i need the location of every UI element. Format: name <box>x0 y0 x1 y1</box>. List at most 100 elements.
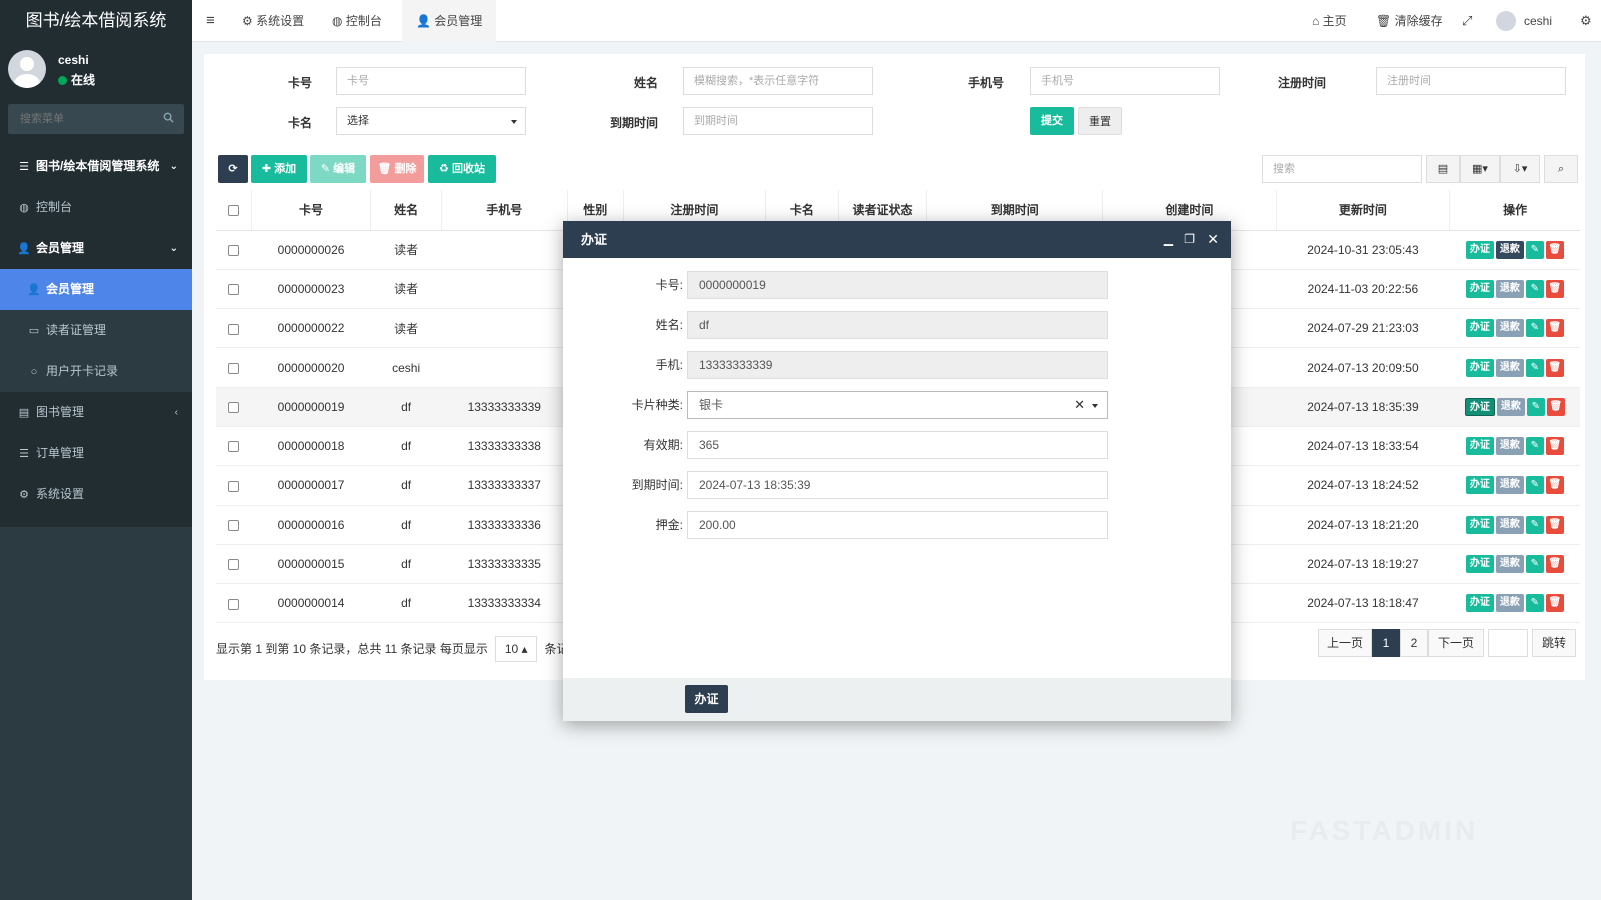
filter-phone-input[interactable]: 手机号 <box>1030 67 1220 95</box>
filter-cardname-select[interactable]: 选择 <box>336 107 526 135</box>
tab-dashboard[interactable]: ◍ 控制台 <box>326 0 388 42</box>
edit-pencil-icon[interactable]: ✎ <box>1525 358 1544 377</box>
recycle-button[interactable]: ♻ 回收站 <box>428 155 496 183</box>
issue-card-button[interactable]: 办证 <box>1465 515 1494 534</box>
page-2-button[interactable]: 2 <box>1400 629 1428 657</box>
delete-button[interactable]: 🗑 删除 <box>370 155 424 183</box>
phone-input[interactable]: 13333333339 <box>687 351 1108 379</box>
close-icon[interactable]: ✕ <box>1207 221 1219 258</box>
row-checkbox[interactable] <box>228 244 240 256</box>
row-checkbox[interactable] <box>228 559 240 571</box>
filter-card-input[interactable]: 卡号 <box>336 67 526 95</box>
row-checkbox[interactable] <box>228 362 240 374</box>
row-checkbox[interactable] <box>228 402 240 414</box>
filter-reg-input[interactable]: 注册时间 <box>1376 67 1566 95</box>
sidebar-item-reader-card[interactable]: ▭ 读者证管理 <box>0 310 192 351</box>
filter-expire-input[interactable]: 到期时间 <box>683 107 873 135</box>
delete-trash-icon[interactable]: 🗑 <box>1545 240 1564 259</box>
edit-pencil-icon[interactable]: ✎ <box>1525 279 1544 298</box>
card-type-select[interactable]: 银卡 ✕ <box>687 391 1108 419</box>
select-all-checkbox[interactable] <box>227 205 239 217</box>
col-name[interactable]: 姓名 <box>370 190 442 231</box>
menu-toggle-icon[interactable]: ≡ <box>206 0 215 42</box>
edit-pencil-icon[interactable]: ✎ <box>1525 437 1544 456</box>
submit-button[interactable]: 提交 <box>1030 107 1074 135</box>
row-checkbox[interactable] <box>228 598 240 610</box>
prev-page-button[interactable]: 上一页 <box>1318 629 1372 657</box>
issue-card-button[interactable]: 办证 <box>1465 240 1494 259</box>
settings-gears-icon[interactable]: ⚙ <box>1580 0 1592 42</box>
delete-trash-icon[interactable]: 🗑 <box>1545 279 1564 298</box>
sidebar-item-dashboard[interactable]: ◍ 控制台 <box>0 187 192 228</box>
edit-pencil-icon[interactable]: ✎ <box>1526 397 1545 416</box>
page-1-button[interactable]: 1 <box>1372 629 1400 657</box>
refund-button[interactable]: 退款 <box>1495 319 1524 338</box>
col-card[interactable]: 卡号 <box>251 190 372 231</box>
edit-pencil-icon[interactable]: ✎ <box>1525 476 1544 495</box>
delete-trash-icon[interactable]: 🗑 <box>1545 319 1564 338</box>
issue-card-button[interactable]: 办证 <box>1465 555 1494 574</box>
tab-member-manage[interactable]: 👤 会员管理 <box>402 0 497 42</box>
issue-card-button[interactable]: 办证 <box>1465 319 1494 338</box>
add-button[interactable]: ✚ 添加 <box>251 155 307 183</box>
refund-button[interactable]: 退款 <box>1495 437 1524 456</box>
col-updated[interactable]: 更新时间 <box>1276 190 1451 231</box>
columns-icon[interactable]: ▦▾ <box>1460 155 1500 183</box>
deposit-input[interactable]: 200.00 <box>687 511 1108 539</box>
delete-trash-icon[interactable]: 🗑 <box>1545 515 1564 534</box>
validity-input[interactable]: 365 <box>687 431 1108 459</box>
toggle-view-icon[interactable]: ▤ <box>1426 155 1460 183</box>
row-checkbox[interactable] <box>228 441 240 453</box>
sidebar-item-books[interactable]: ▤ 图书管理 ‹ <box>0 392 192 433</box>
sidebar-item-card-records[interactable]: ○ 用户开卡记录 <box>0 351 192 392</box>
user-menu[interactable]: ceshi <box>1496 0 1552 42</box>
refund-button[interactable]: 退款 <box>1495 240 1524 259</box>
row-checkbox[interactable] <box>228 520 240 532</box>
sidebar-item-orders[interactable]: ☰ 订单管理 <box>0 433 192 474</box>
name-input[interactable]: df <box>687 311 1108 339</box>
edit-pencil-icon[interactable]: ✎ <box>1525 555 1544 574</box>
page-size-select[interactable]: 10 ▴ <box>495 636 538 662</box>
card-no-input[interactable]: 0000000019 <box>687 271 1108 299</box>
refund-button[interactable]: 退款 <box>1495 594 1524 613</box>
sidebar-item-settings[interactable]: ⚙ 系统设置 <box>0 474 192 515</box>
select-all-header[interactable] <box>216 190 252 231</box>
issue-card-button[interactable]: 办证 <box>1465 358 1494 377</box>
delete-trash-icon[interactable]: 🗑 <box>1545 594 1564 613</box>
table-search-input[interactable]: 搜索 <box>1262 155 1422 183</box>
refund-button[interactable]: 退款 <box>1495 515 1524 534</box>
edit-pencil-icon[interactable]: ✎ <box>1525 240 1544 259</box>
issue-card-button[interactable]: 办证 <box>1464 397 1495 416</box>
delete-trash-icon[interactable]: 🗑 <box>1546 397 1565 416</box>
sidebar-item-system[interactable]: ☰ 图书/绘本借阅管理系统 ⌄ <box>0 146 192 187</box>
search-icon[interactable] <box>163 112 174 123</box>
delete-trash-icon[interactable]: 🗑 <box>1545 437 1564 456</box>
delete-trash-icon[interactable]: 🗑 <box>1545 358 1564 377</box>
refund-button[interactable]: 退款 <box>1495 279 1524 298</box>
export-icon[interactable]: ⇩▾ <box>1500 155 1540 183</box>
reset-button[interactable]: 重置 <box>1078 107 1122 135</box>
refund-button[interactable]: 退款 <box>1495 476 1524 495</box>
maximize-icon[interactable]: ❐ <box>1184 221 1195 258</box>
filter-name-input[interactable]: 模糊搜索，*表示任意字符 <box>683 67 873 95</box>
clear-cache-button[interactable]: 🗑 清除缓存 <box>1376 0 1443 42</box>
issue-card-button[interactable]: 办证 <box>1465 279 1494 298</box>
next-page-button[interactable]: 下一页 <box>1428 629 1484 657</box>
fullscreen-icon[interactable]: ⤢ <box>1462 0 1472 42</box>
issue-card-button[interactable]: 办证 <box>1465 594 1494 613</box>
col-phone[interactable]: 手机号 <box>441 190 568 231</box>
delete-trash-icon[interactable]: 🗑 <box>1545 476 1564 495</box>
sidebar-search-input[interactable] <box>8 104 158 134</box>
edit-pencil-icon[interactable]: ✎ <box>1525 319 1544 338</box>
jump-page-input[interactable] <box>1488 629 1528 657</box>
sidebar-item-members[interactable]: 👤 会员管理 ⌄ <box>0 228 192 269</box>
edit-pencil-icon[interactable]: ✎ <box>1525 515 1544 534</box>
app-logo[interactable]: 图书/绘本借阅系统 <box>0 0 192 42</box>
sidebar-item-member-manage[interactable]: 👤 会员管理 <box>0 269 192 310</box>
issue-card-submit-button[interactable]: 办证 <box>685 685 728 713</box>
tab-system-settings[interactable]: ⚙ 系统设置 <box>236 0 310 42</box>
edit-pencil-icon[interactable]: ✎ <box>1525 594 1544 613</box>
issue-card-button[interactable]: 办证 <box>1465 437 1494 456</box>
row-checkbox[interactable] <box>228 480 240 492</box>
row-checkbox[interactable] <box>228 284 240 296</box>
